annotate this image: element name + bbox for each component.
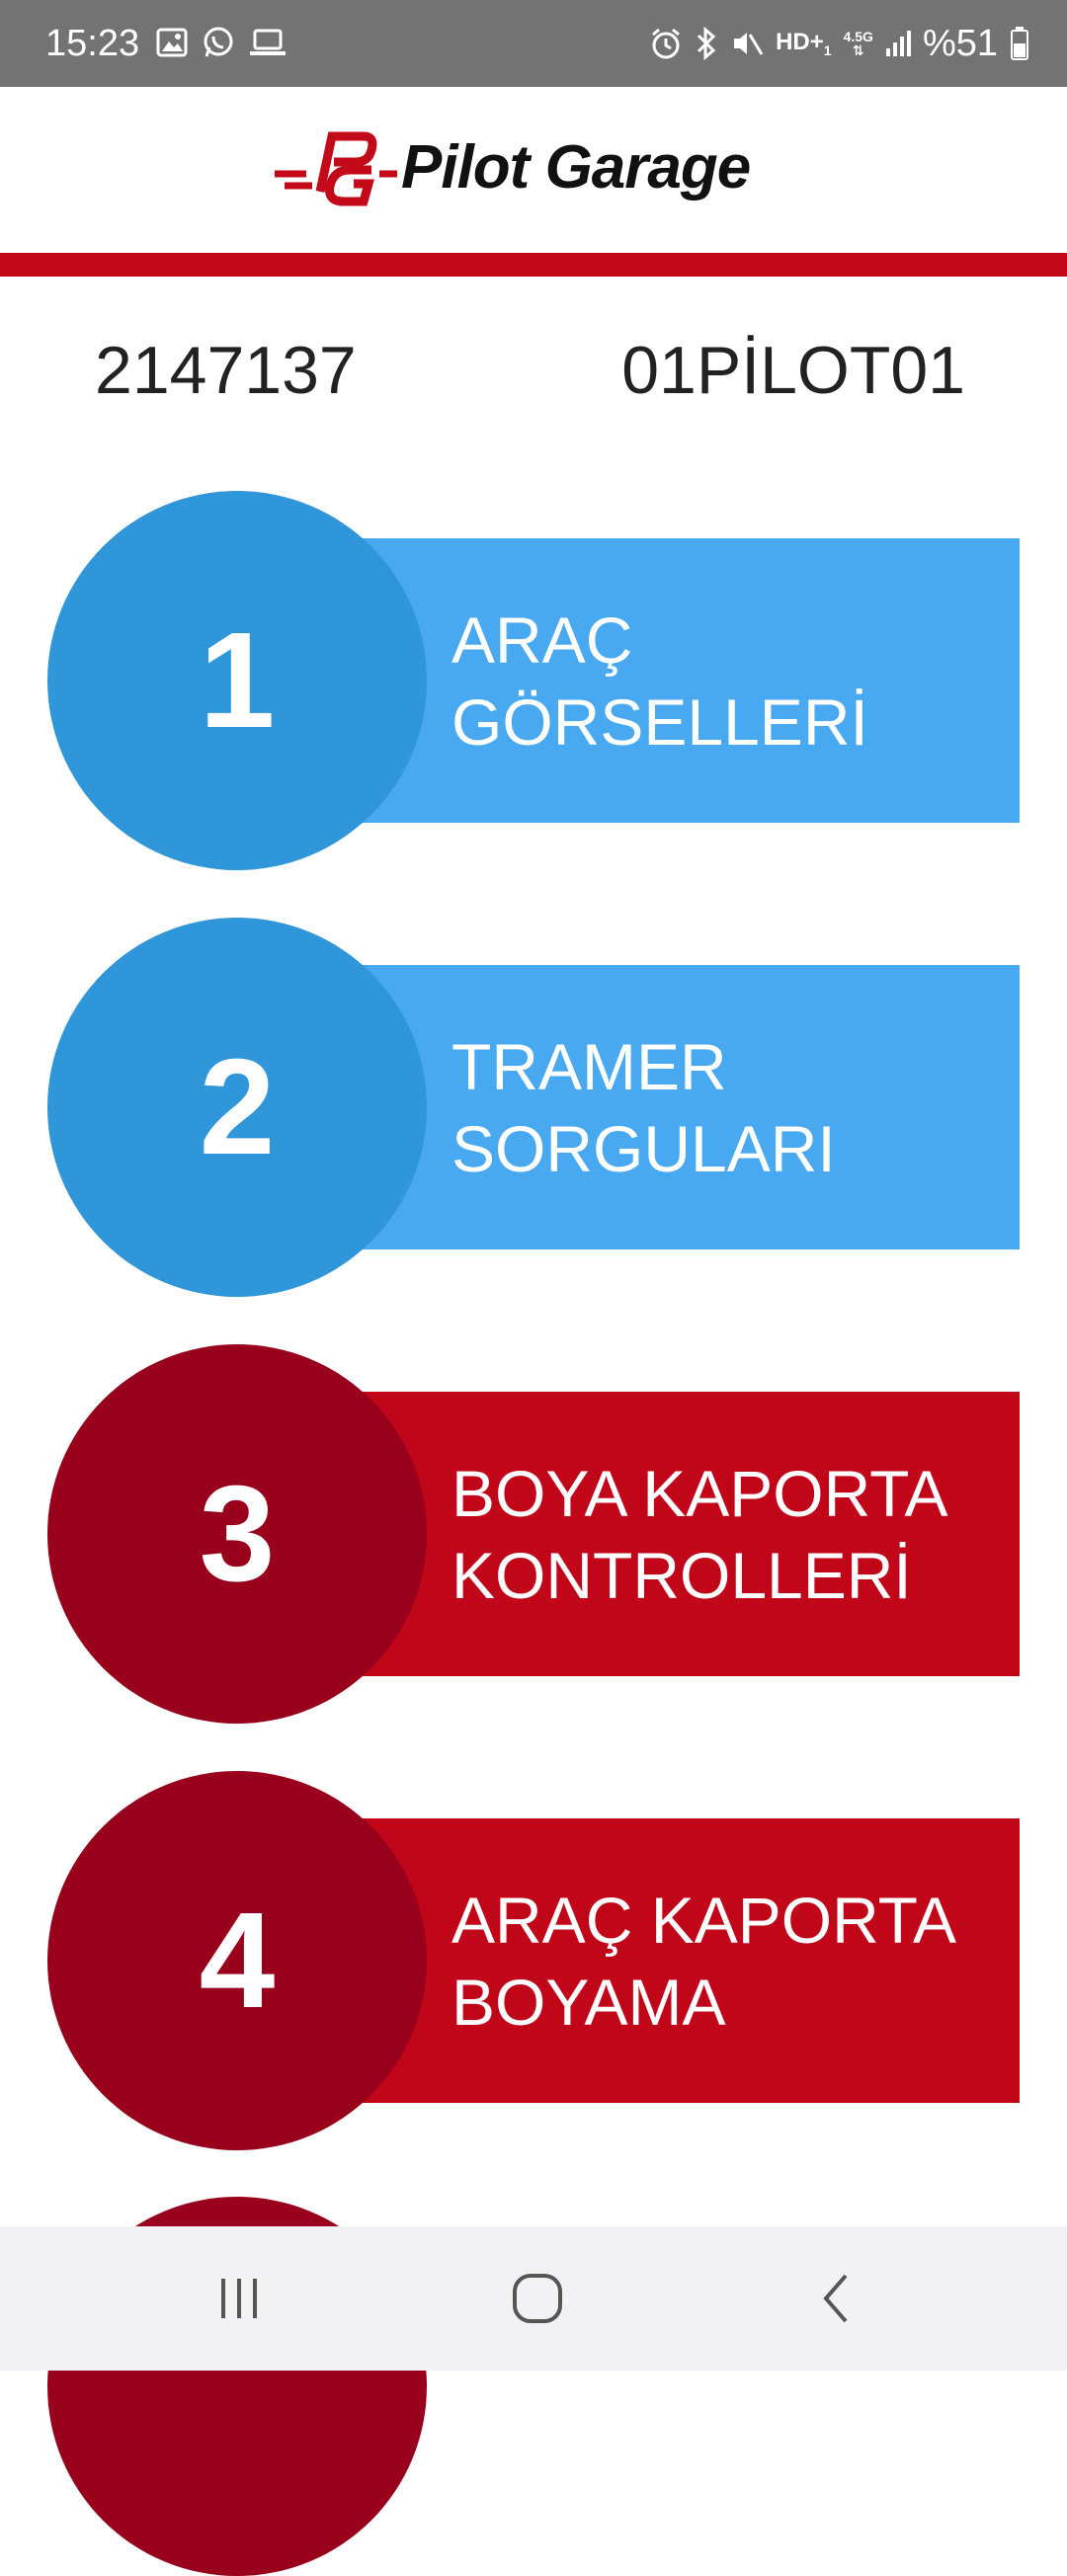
menu-item-arac-gorselleri[interactable]: 1 ARAÇ GÖRSELLERİ	[47, 491, 1020, 870]
mute-icon	[730, 27, 764, 60]
home-icon	[513, 2274, 562, 2323]
hd-label: HD+1	[776, 29, 832, 58]
brand-wordmark: Pilot Garage	[401, 133, 751, 201]
status-left-icons	[156, 26, 287, 64]
battery-percent: %51	[922, 22, 998, 64]
status-right-icons: HD+1 4.5G ⇅ %51	[649, 0, 1029, 87]
menu-item-number-circle: 2	[47, 918, 427, 1297]
bluetooth-icon	[695, 27, 718, 60]
header-divider	[0, 253, 1067, 277]
battery-icon	[1010, 26, 1029, 61]
menu-item-number: 1	[199, 604, 276, 757]
menu-item-tramer-sorgulari[interactable]: 2 TRAMER SORGULARI	[47, 918, 1020, 1297]
user-code: 01PİLOT01	[621, 333, 965, 408]
back-button[interactable]	[767, 2226, 905, 2371]
recents-button[interactable]	[170, 2226, 308, 2371]
network-type: 4.5G ⇅	[843, 29, 873, 58]
menu-item-number-circle: 3	[47, 1344, 427, 1724]
menu-item-number: 3	[199, 1457, 276, 1610]
signal-icon	[885, 29, 911, 58]
brand-logo: Pilot Garage	[273, 130, 796, 209]
menu-item-arac-kaporta-boyama[interactable]: 4 ARAÇ KAPORTA BOYAMA	[47, 1771, 1020, 2150]
menu-item-number-circle: 4	[47, 1771, 427, 2150]
data-arrows-icon: ⇅	[852, 42, 864, 58]
status-bar: 15:23 HD+1 4.5G ⇅ %51	[0, 0, 1067, 87]
alarm-icon	[649, 27, 683, 60]
pg-monogram-icon	[275, 131, 397, 206]
customer-code: 2147137	[95, 333, 357, 408]
app-header: Pilot Garage	[0, 87, 1067, 253]
menu-item-label: ARAÇ KAPORTA BOYAMA	[451, 1884, 957, 2039]
menu-item-number: 4	[199, 1884, 276, 2037]
back-icon	[823, 2274, 848, 2323]
menu-item-boya-kaporta-kontrolleri[interactable]: 3 BOYA KAPORTA KONTROLLERİ	[47, 1344, 1020, 1724]
menu-item-label: TRAMER SORGULARI	[451, 1030, 836, 1185]
image-icon	[156, 28, 188, 62]
whatsapp-icon	[202, 26, 235, 64]
menu-item-number: 2	[199, 1030, 276, 1183]
menu-item-label: BOYA KAPORTA KONTROLLERİ	[451, 1457, 948, 1612]
home-button[interactable]	[468, 2226, 607, 2371]
status-time: 15:23	[45, 23, 140, 64]
laptop-icon	[249, 28, 287, 62]
recents-icon	[221, 2279, 257, 2318]
menu-item-number-circle: 1	[47, 491, 427, 870]
menu-item-label: ARAÇ GÖRSELLERİ	[451, 604, 868, 759]
system-nav-bar	[0, 2226, 1067, 2371]
